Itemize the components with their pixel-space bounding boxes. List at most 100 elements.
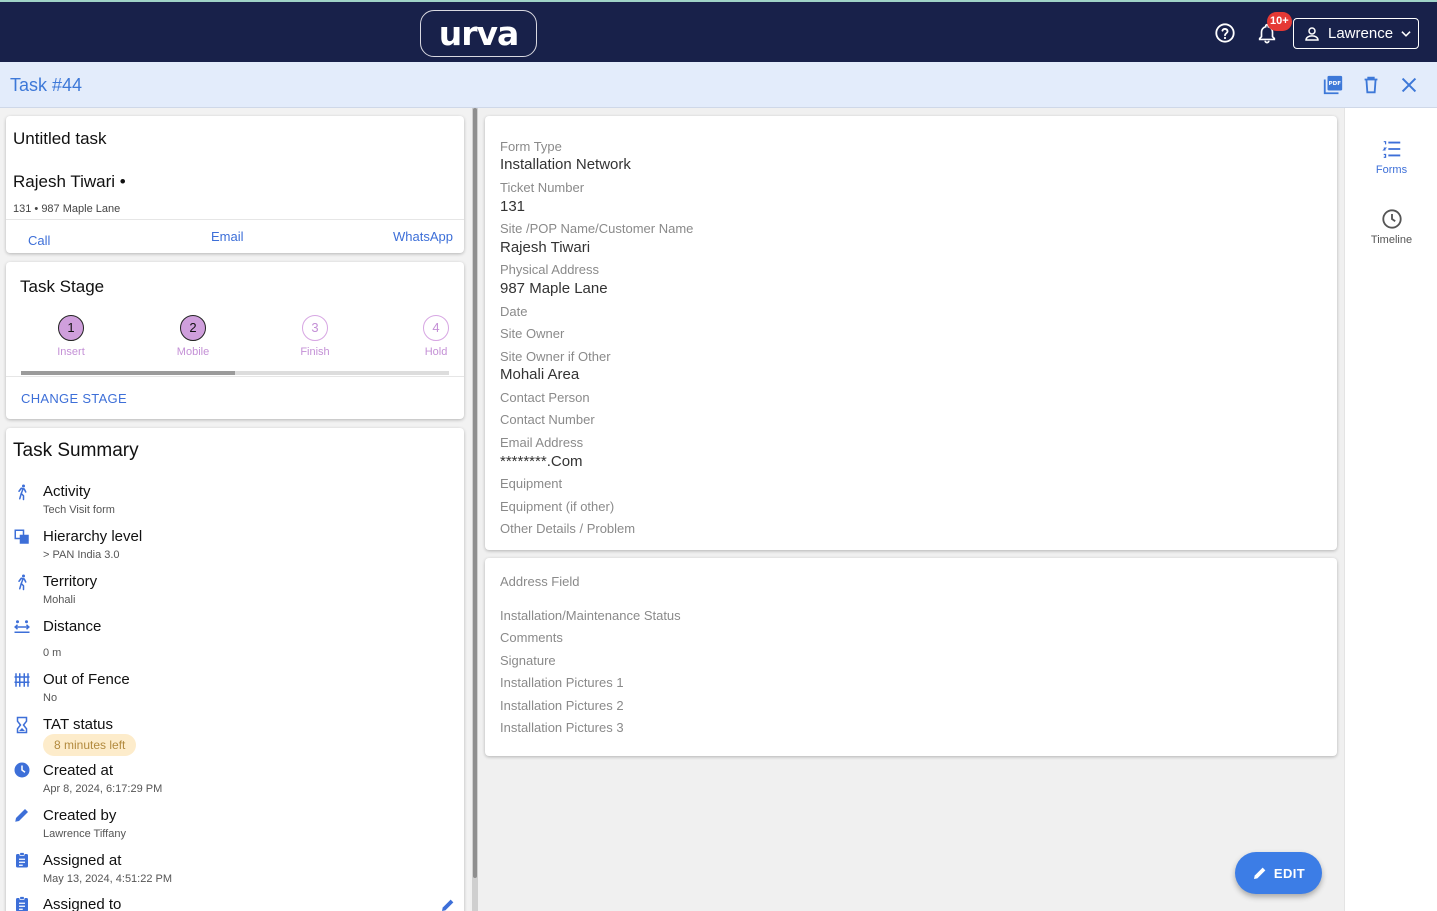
- customer-name: Rajesh Tiwari •: [13, 172, 126, 191]
- summary-label: Created by: [43, 807, 117, 824]
- divider: [6, 376, 464, 377]
- form-panel: Form Type Installation Network Ticket Nu…: [478, 108, 1344, 911]
- run-icon: [18, 484, 27, 501]
- edit-label: EDIT: [1273, 865, 1306, 881]
- rail-label: Forms: [1375, 164, 1408, 176]
- pdf-icon[interactable]: PDF: [1322, 74, 1344, 96]
- list-icon: [1381, 141, 1400, 158]
- summary-value: 0 m: [43, 647, 62, 659]
- top-app-bar: urva 10+ Lawrence: [0, 0, 1437, 62]
- change-stage-button[interactable]: CHANGE STAGE: [21, 391, 127, 406]
- stage-progress-bar: [21, 371, 449, 375]
- stage-progress-fill: [21, 371, 235, 375]
- rail-label: Timeline: [1370, 234, 1413, 246]
- call-link[interactable]: Call: [28, 233, 50, 248]
- field-label: Equipment: [500, 476, 563, 491]
- stage-label: Insert: [57, 346, 85, 358]
- user-name: Lawrence: [1328, 25, 1394, 42]
- field-label: Other Details / Problem: [500, 521, 636, 536]
- summary-value: Tech Visit form: [43, 504, 115, 516]
- stage-step[interactable]: 4 Hold: [406, 315, 466, 358]
- divider: [6, 219, 464, 220]
- field-label: Form Type: [500, 139, 562, 154]
- field-label: Site /POP Name/Customer Name: [500, 221, 694, 236]
- summary-label: Distance: [43, 618, 102, 635]
- field-label: Equipment (if other): [500, 499, 615, 514]
- logo-text: urva: [438, 14, 520, 53]
- field-label: Installation Pictures 2: [500, 698, 624, 713]
- summary-label: Out of Fence: [43, 671, 130, 688]
- summary-value: Lawrence Tiffany: [43, 828, 126, 840]
- field-value: Rajesh Tiwari: [500, 239, 591, 256]
- right-nav-rail: Forms Timeline: [1344, 108, 1437, 911]
- field-value: ********.Com: [500, 453, 583, 470]
- chevron-down-icon: [1401, 30, 1411, 37]
- summary-value: Apr 8, 2024, 6:17:29 PM: [43, 783, 163, 795]
- field-label: Contact Person: [500, 390, 590, 405]
- delete-icon[interactable]: [1360, 74, 1382, 96]
- task-stage-title: Task Stage: [20, 277, 105, 296]
- email-link[interactable]: Email: [211, 229, 244, 244]
- urva-logo[interactable]: urva: [420, 10, 537, 57]
- stage-number: 2: [180, 315, 206, 341]
- notification-badge: 10+: [1267, 12, 1292, 31]
- field-label: Ticket Number: [500, 180, 585, 195]
- close-icon[interactable]: [1398, 74, 1420, 96]
- summary-label: Assigned at: [43, 852, 122, 869]
- stage-label: Hold: [424, 346, 448, 358]
- field-label: Email Address: [500, 435, 584, 450]
- form-attachments-card: Address Field Installation/Maintenance S…: [485, 558, 1337, 756]
- field-label: Comments: [500, 630, 563, 645]
- svg-text:PDF: PDF: [1329, 81, 1342, 87]
- summary-label: Created at: [43, 762, 114, 779]
- rail-item-timeline[interactable]: Timeline: [1345, 208, 1437, 246]
- summary-label: TAT status: [43, 716, 114, 733]
- clock-outline-icon: [1381, 209, 1402, 229]
- stage-number: 3: [302, 315, 328, 341]
- field-label: Physical Address: [500, 262, 599, 277]
- rail-item-forms[interactable]: Forms: [1345, 138, 1437, 176]
- splitter-handle[interactable]: [473, 108, 477, 878]
- field-label: Installation Pictures 1: [500, 675, 624, 690]
- field-label: Site Owner if Other: [500, 349, 611, 364]
- field-label: Installation/Maintenance Status: [500, 608, 681, 623]
- field-label: Address Field: [500, 574, 580, 589]
- summary-value: No: [43, 692, 58, 704]
- edit-assignee-icon[interactable]: [440, 897, 456, 911]
- task-summary-title: Task Summary: [13, 440, 139, 461]
- summary-label: Assigned to: [43, 896, 122, 911]
- stage-step[interactable]: 2 Mobile: [163, 315, 223, 358]
- summary-label: Activity: [43, 483, 91, 500]
- run-icon: [18, 574, 27, 591]
- pencil-icon: [15, 809, 28, 822]
- stage-number: 1: [58, 315, 84, 341]
- field-value: 987 Maple Lane: [500, 280, 608, 297]
- person-icon: [1305, 26, 1319, 41]
- stage-step[interactable]: 1 Insert: [41, 315, 101, 358]
- field-label: Installation Pictures 3: [500, 720, 624, 735]
- fence-icon: [14, 673, 30, 687]
- whatsapp-link[interactable]: WhatsApp: [393, 229, 453, 244]
- user-menu-button[interactable]: Lawrence: [1293, 18, 1419, 49]
- field-value: Mohali Area: [500, 366, 580, 383]
- edit-fab-button[interactable]: EDIT: [1235, 852, 1322, 894]
- hourglass-icon: [16, 716, 28, 734]
- stage-step[interactable]: 3 Finish: [285, 315, 345, 358]
- clipboard-icon: [16, 852, 28, 868]
- help-icon[interactable]: [1214, 22, 1236, 44]
- field-value: Installation Network: [500, 156, 631, 173]
- field-label: Signature: [500, 653, 556, 668]
- task-summary-card: Task Summary Activity Tech Visit form Hi…: [6, 428, 464, 911]
- summary-label: Hierarchy level: [43, 528, 143, 545]
- clipboard-icon: [16, 896, 28, 911]
- summary-label: Territory: [43, 573, 98, 590]
- pencil-icon: [1253, 867, 1266, 879]
- field-label: Date: [500, 304, 528, 319]
- contact-card: Untitled task Rajesh Tiwari • 131 • 987 …: [6, 116, 464, 253]
- stage-number: 4: [423, 315, 449, 341]
- summary-value: Mohali: [43, 594, 76, 606]
- customer-address: 131 • 987 Maple Lane: [13, 203, 121, 215]
- task-header-bar: Task #44 PDF: [0, 62, 1437, 108]
- task-stage-card: Task Stage 1 Insert 2 Mobile 3 Finish 4 …: [6, 262, 464, 419]
- field-label: Contact Number: [500, 412, 595, 427]
